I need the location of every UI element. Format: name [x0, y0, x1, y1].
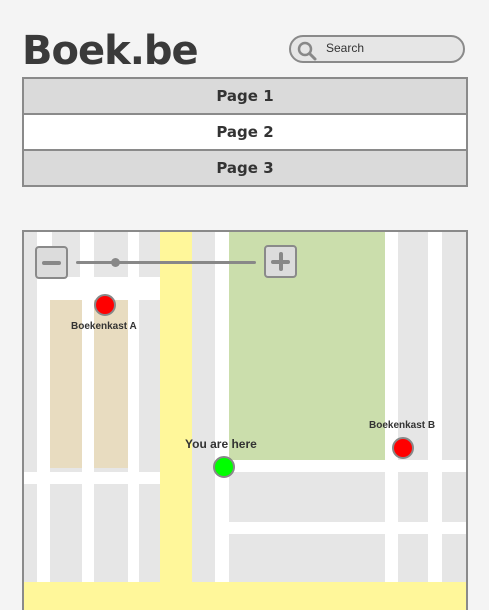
map-view[interactable]: Boekenkast A You are here Boekenkast B	[22, 230, 468, 610]
search-icon[interactable]	[296, 40, 318, 62]
map-block	[24, 484, 37, 584]
nav-item-page-2[interactable]: Page 2	[22, 113, 468, 151]
map-park	[229, 232, 385, 460]
map-block	[139, 484, 160, 584]
map-block	[94, 484, 128, 584]
search-input[interactable]: Search	[326, 41, 364, 55]
map-marker-current-location[interactable]	[213, 456, 235, 478]
map-block	[442, 472, 466, 522]
map-block	[192, 232, 215, 582]
map-block	[398, 472, 428, 522]
navigation-menu: Page 1 Page 2 Page 3	[22, 77, 468, 187]
plus-icon-vertical	[278, 252, 283, 271]
map-block	[398, 534, 428, 584]
search-box[interactable]: Search	[289, 35, 465, 63]
nav-item-page-1[interactable]: Page 1	[22, 77, 468, 115]
map-block	[229, 472, 385, 522]
map-main-road	[24, 582, 466, 610]
map-block	[94, 232, 128, 277]
map-block	[139, 300, 160, 472]
map-block	[442, 534, 466, 584]
map-marker-label: Boekenkast B	[369, 420, 436, 431]
site-logo[interactable]: Boek.be	[22, 26, 199, 76]
nav-item-page-3[interactable]: Page 3	[22, 149, 468, 187]
map-block	[139, 232, 160, 277]
map-main-road	[160, 232, 192, 610]
minus-icon	[42, 261, 61, 265]
zoom-out-button[interactable]	[35, 246, 68, 279]
map-marker-boekenkast-b[interactable]	[392, 437, 414, 459]
map-block	[229, 534, 385, 584]
map-block	[442, 232, 466, 460]
map-marker-label: You are here	[185, 437, 257, 451]
map-marker-label: Boekenkast A	[71, 321, 137, 332]
map-block	[50, 484, 82, 584]
zoom-slider[interactable]	[76, 261, 256, 264]
zoom-in-button[interactable]	[264, 245, 297, 278]
map-marker-boekenkast-a[interactable]	[94, 294, 116, 316]
